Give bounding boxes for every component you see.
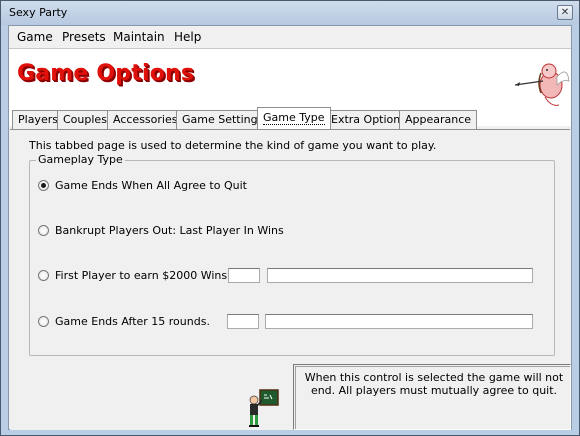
tab-strip: Players Couples Accessories Game Setting… xyxy=(9,107,571,130)
rounds-count-field[interactable] xyxy=(227,314,259,329)
teacher-chalkboard-icon xyxy=(249,389,279,427)
window-title: Sexy Party xyxy=(9,6,68,19)
earn-amount-field[interactable] xyxy=(228,268,260,283)
page-title: Game Options xyxy=(17,61,195,86)
help-text: When this control is selected the game w… xyxy=(304,371,564,397)
close-button[interactable]: ✕ xyxy=(557,5,573,20)
help-description-box: When this control is selected the game w… xyxy=(293,364,571,430)
app-window: Sexy Party ✕ Game Presets Maintain Help … xyxy=(0,0,580,436)
page-description: This tabbed page is used to determine th… xyxy=(29,139,437,152)
tab-game-settings[interactable]: Game Settings xyxy=(176,110,270,129)
menu-presets[interactable]: Presets xyxy=(62,30,106,44)
radio-button-checked[interactable] xyxy=(38,180,49,191)
tab-accessories[interactable]: Accessories xyxy=(107,110,184,129)
cupid-archer-icon xyxy=(514,63,570,106)
menu-bar: Game Presets Maintain Help xyxy=(9,26,571,48)
group-title: Gameplay Type xyxy=(36,153,125,166)
radio-button[interactable] xyxy=(38,225,49,236)
radio-button[interactable] xyxy=(38,316,49,327)
option-label: Bankrupt Players Out: Last Player In Win… xyxy=(55,224,284,237)
gameplay-type-group: Gameplay Type Game Ends When All Agree t… xyxy=(29,153,555,356)
menu-help[interactable]: Help xyxy=(174,30,201,44)
client-area: Game Presets Maintain Help Game Options … xyxy=(8,25,572,430)
option-label: Game Ends When All Agree to Quit xyxy=(55,179,247,192)
tab-couples[interactable]: Couples xyxy=(57,110,113,129)
menu-maintain[interactable]: Maintain xyxy=(113,30,165,44)
tab-game-type[interactable]: Game Type xyxy=(257,107,331,129)
rounds-detail-field[interactable] xyxy=(265,314,533,329)
option-label: Game Ends After 15 rounds. xyxy=(55,315,210,328)
radio-button[interactable] xyxy=(38,270,49,281)
title-bar[interactable]: Sexy Party ✕ xyxy=(1,1,579,25)
tab-panel-game-type: This tabbed page is used to determine th… xyxy=(10,129,571,430)
option-label: First Player to earn $2000 Wins. xyxy=(55,269,231,282)
tab-appearance[interactable]: Appearance xyxy=(399,110,478,129)
earn-detail-field[interactable] xyxy=(267,268,533,283)
menu-game[interactable]: Game xyxy=(17,30,53,44)
tab-game-type-label: Game Type xyxy=(263,111,325,125)
